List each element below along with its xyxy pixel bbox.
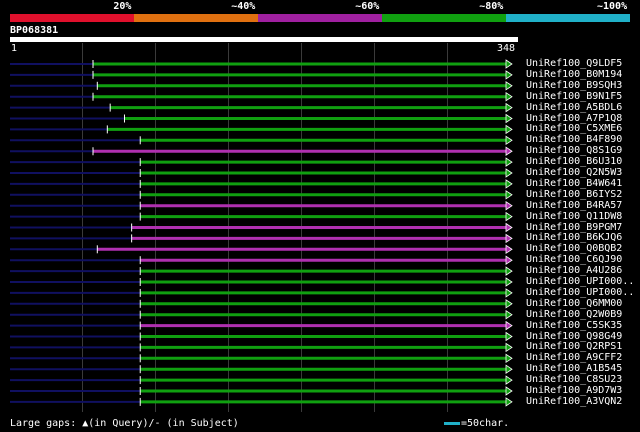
hit-end-arrow-icon (505, 102, 513, 113)
hit-end-arrow-icon (505, 135, 513, 146)
hit-end-arrow-icon (505, 331, 513, 342)
hit-end-arrow-icon (505, 266, 513, 276)
hit-end-arrow-icon (505, 124, 513, 135)
hit-label[interactable]: UniRef100_Q2W0B9 (526, 309, 622, 320)
hit-label[interactable]: UniRef100_A4U286 (526, 266, 622, 276)
hit-label[interactable]: UniRef100_B4W641 (526, 178, 622, 189)
hit-label[interactable]: UniRef100_Q98G49 (526, 331, 622, 342)
hit-label[interactable]: UniRef100_A9D7W3 (526, 386, 622, 396)
hit-end-arrow-icon (505, 168, 513, 178)
hit-label[interactable]: UniRef100_Q8S1G9 (526, 146, 622, 156)
hit-label[interactable]: UniRef100_Q11DW8 (526, 211, 622, 222)
hit-end-arrow-icon (505, 320, 513, 331)
hit-label[interactable]: UniRef100_Q2N5W3 (526, 168, 622, 178)
hit-end-arrow-icon (505, 70, 513, 80)
hit-end-arrow-icon (505, 397, 513, 407)
hit-label[interactable]: UniRef100_B0M194 (526, 69, 622, 80)
hit-end-arrow-icon (505, 233, 513, 244)
hit-end-arrow-icon (505, 353, 513, 364)
hit-end-arrow-icon (505, 179, 513, 189)
hit-label[interactable]: UniRef100_Q2RPS1 (526, 342, 622, 352)
hit-end-arrow-icon (505, 288, 513, 298)
hit-label[interactable]: UniRef100_B6U310 (526, 157, 622, 167)
hit-label[interactable]: UniRef100_B9SQH3 (526, 80, 622, 91)
hit-label[interactable]: UniRef100_Q0BQB2 (526, 244, 622, 254)
hit-label[interactable]: UniRef100_B9N1F5 (526, 91, 622, 102)
scale-bar-icon (444, 421, 460, 425)
scale-legend: =50char. (444, 418, 509, 429)
hit-end-arrow-icon (505, 91, 513, 102)
hit-end-arrow-icon (505, 222, 513, 233)
hit-end-arrow-icon (505, 200, 513, 211)
hit-label[interactable]: UniRef100_B6KJQ6 (526, 233, 622, 243)
hit-end-arrow-icon (505, 342, 513, 353)
hit-label[interactable]: UniRef100_B6IYS2 (526, 189, 622, 200)
hit-label[interactable]: UniRef100_UPI000.. (526, 277, 634, 287)
hit-end-arrow-icon (505, 299, 513, 309)
hit-label[interactable]: UniRef100_A1B545 (526, 364, 622, 374)
hit-end-arrow-icon (505, 244, 513, 255)
hit-label[interactable]: UniRef100_C8SU23 (526, 375, 622, 385)
hit-label[interactable]: UniRef100_B4F890 (526, 135, 622, 145)
hit-label[interactable]: UniRef100_Q6MM00 (526, 298, 622, 309)
hit-label[interactable]: UniRef100_A9CFF2 (526, 353, 622, 363)
hit-end-arrow-icon (505, 386, 513, 396)
hit-end-arrow-icon (505, 375, 513, 385)
hit-end-arrow-icon (505, 157, 513, 167)
hit-end-arrow-icon (505, 255, 513, 265)
gap-legend: Large gaps: ▲(in Query)/- (in Subject) (10, 418, 239, 429)
hit-end-arrow-icon (505, 59, 513, 69)
hit-end-arrow-icon (505, 81, 513, 91)
hit-label[interactable]: UniRef100_B4RA57 (526, 200, 622, 211)
hit-label[interactable]: UniRef100_C5SK35 (526, 320, 622, 331)
hit-label[interactable]: UniRef100_C6QJ90 (526, 255, 622, 265)
hit-end-arrow-icon (505, 277, 513, 287)
hit-end-arrow-icon (505, 309, 513, 320)
scale-text: =50char. (461, 418, 510, 429)
hit-label[interactable]: UniRef100_A7P1Q8 (526, 113, 622, 124)
hit-end-arrow-icon (505, 146, 513, 156)
hit-label[interactable]: UniRef100_Q9LDF5 (526, 59, 622, 69)
hit-label[interactable]: UniRef100_A5BDL6 (526, 102, 622, 113)
hit-label[interactable]: UniRef100_UPI000.. (526, 287, 634, 298)
hit-end-arrow-icon (505, 113, 513, 124)
hit-label[interactable]: UniRef100_C5XME6 (526, 124, 622, 134)
hit-end-arrow-icon (505, 364, 513, 374)
hit-end-arrow-icon (505, 211, 513, 222)
hit-label[interactable]: UniRef100_A3VQN2 (526, 396, 622, 407)
hit-end-arrow-icon (505, 190, 513, 200)
hit-label[interactable]: UniRef100_B9PGM7 (526, 222, 622, 233)
